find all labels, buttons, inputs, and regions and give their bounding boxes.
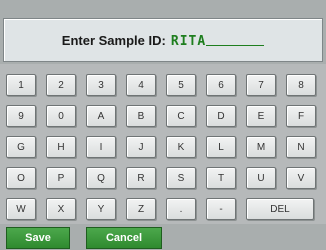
- key-g[interactable]: G: [6, 136, 36, 158]
- key-a[interactable]: A: [86, 105, 116, 127]
- sample-id-prompt: Enter Sample ID:: [61, 33, 166, 48]
- key-o[interactable]: O: [6, 167, 36, 189]
- key-q[interactable]: Q: [86, 167, 116, 189]
- key-z[interactable]: Z: [126, 198, 156, 220]
- key-3[interactable]: 3: [86, 74, 116, 96]
- key-l[interactable]: L: [206, 136, 236, 158]
- sample-id-input-underline: [206, 44, 265, 46]
- key-6[interactable]: 6: [206, 74, 236, 96]
- key-m[interactable]: M: [246, 136, 276, 158]
- key-period[interactable]: .: [166, 198, 196, 220]
- key-b[interactable]: B: [126, 105, 156, 127]
- key-p[interactable]: P: [46, 167, 76, 189]
- key-1[interactable]: 1: [6, 74, 36, 96]
- key-2[interactable]: 2: [46, 74, 76, 96]
- sample-id-value: RITA: [170, 34, 207, 49]
- key-e[interactable]: E: [246, 105, 276, 127]
- key-x[interactable]: X: [46, 198, 76, 220]
- key-5[interactable]: 5: [166, 74, 196, 96]
- on-screen-keyboard: 1 2 3 4 5 6 7 8 9 0 A B C D E F G H I J …: [0, 64, 326, 224]
- key-9[interactable]: 9: [6, 105, 36, 127]
- key-4[interactable]: 4: [126, 74, 156, 96]
- key-7[interactable]: 7: [246, 74, 276, 96]
- key-s[interactable]: S: [166, 167, 196, 189]
- save-button[interactable]: Save: [6, 227, 70, 249]
- key-0[interactable]: 0: [46, 105, 76, 127]
- key-i[interactable]: I: [86, 136, 116, 158]
- key-8[interactable]: 8: [286, 74, 316, 96]
- sample-id-screen: Enter Sample ID: RITA 1 2 3 4 5 6 7 8 9 …: [0, 0, 326, 250]
- key-k[interactable]: K: [166, 136, 196, 158]
- sample-id-entry-line: Enter Sample ID: RITA: [4, 30, 322, 49]
- key-c[interactable]: C: [166, 105, 196, 127]
- key-w[interactable]: W: [6, 198, 36, 220]
- key-v[interactable]: V: [286, 167, 316, 189]
- key-h[interactable]: H: [46, 136, 76, 158]
- key-y[interactable]: Y: [86, 198, 116, 220]
- key-delete[interactable]: DEL: [246, 198, 314, 220]
- key-hyphen[interactable]: -: [206, 198, 236, 220]
- key-n[interactable]: N: [286, 136, 316, 158]
- key-t[interactable]: T: [206, 167, 236, 189]
- key-u[interactable]: U: [246, 167, 276, 189]
- key-j[interactable]: J: [126, 136, 156, 158]
- sample-id-entry-panel: Enter Sample ID: RITA: [3, 18, 323, 62]
- key-r[interactable]: R: [126, 167, 156, 189]
- key-d[interactable]: D: [206, 105, 236, 127]
- cancel-button[interactable]: Cancel: [86, 227, 162, 249]
- key-f[interactable]: F: [286, 105, 316, 127]
